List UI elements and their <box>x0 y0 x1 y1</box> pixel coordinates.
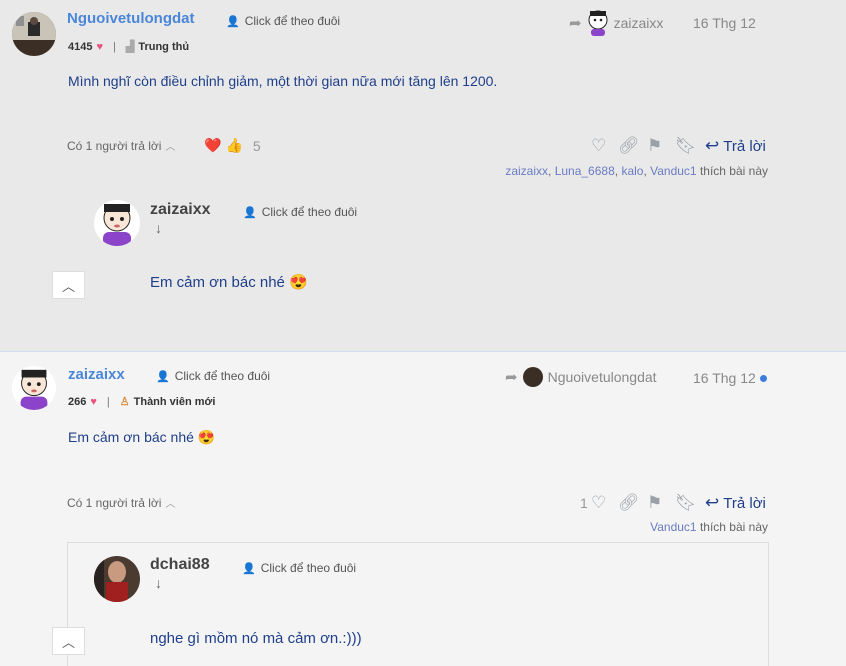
chevron-up-icon: ︿ <box>61 634 75 650</box>
like-heart-icon[interactable]: ♡ <box>591 493 606 513</box>
follow-label: Click để theo đuôi <box>261 205 358 219</box>
nested-follow-button[interactable]: 👤 Click để theo đuôi <box>243 205 357 219</box>
reply-to-name: zaizaixx <box>613 15 664 31</box>
liker-link[interactable]: Vanduc1 <box>650 164 696 178</box>
divider: | <box>113 40 116 53</box>
reply-icon: ↩ <box>705 493 720 512</box>
follow-label: Click để theo đuôi <box>260 561 357 575</box>
share-arrow-icon: ➦ <box>505 369 518 386</box>
arrow-down-icon[interactable]: ↓ <box>155 575 162 591</box>
nested-content: Em cảm ơn bác nhé 😍 <box>150 274 308 291</box>
likes-suffix: thích bài này <box>699 520 768 534</box>
add-user-icon: 👤 <box>243 206 257 219</box>
post-date[interactable]: 16 Thg 12 <box>693 370 767 386</box>
thumbs-up-emoji-icon: 👍 <box>225 137 243 153</box>
chevron-up-icon: ︿ <box>61 278 75 294</box>
link-icon[interactable]: 🔗︎ <box>618 136 640 156</box>
flag-icon[interactable]: ⚑ <box>647 493 662 513</box>
liker-link[interactable]: zaizaixx <box>505 164 548 178</box>
reply-button[interactable]: ↩ Trả lời <box>705 493 766 513</box>
liker-link[interactable]: kalo <box>621 164 643 178</box>
post-content: Mình nghĩ còn điều chỉnh giảm, một thời … <box>68 73 498 89</box>
reply-icon: ↩ <box>705 136 720 155</box>
reaction-count: 5 <box>252 137 261 154</box>
bookmark-icon[interactable]: 🔖︎ <box>675 136 697 156</box>
follow-label: Click để theo đuôi <box>244 14 341 28</box>
flag-icon[interactable]: ⚑ <box>647 136 662 156</box>
heart-icon: ♥ <box>90 395 97 408</box>
reply-to-name: Nguoivetulongdat <box>547 369 657 385</box>
user-meta: 266 ♥ | ♙ Thành viên mới <box>68 395 216 409</box>
points: 4145 <box>68 40 93 53</box>
username[interactable]: Nguoivetulongdat <box>67 10 195 27</box>
nested-username[interactable]: dchai88 <box>150 556 210 574</box>
rank-icon: ♙ <box>119 396 130 408</box>
add-user-icon: 👤 <box>242 562 256 575</box>
add-user-icon: 👤 <box>226 15 240 28</box>
username[interactable]: zaizaixx <box>68 366 125 383</box>
reply-button[interactable]: ↩ Trả lời <box>705 136 766 156</box>
chevron-up-icon: ︿ <box>165 142 176 153</box>
likes-line: zaizaixx, Luna_6688, kalo, Vanduc1 thích… <box>505 164 768 178</box>
replies-label: Có 1 người trả lời <box>67 495 162 510</box>
avatar[interactable] <box>12 12 56 56</box>
heart-emoji-icon: ❤️ <box>204 137 222 153</box>
likes-suffix: thích bài này <box>699 164 768 178</box>
follow-label: Click để theo đuôi <box>174 369 271 383</box>
nested-content: nghe gì mồm nó mà cảm ơn.:))) <box>150 630 362 647</box>
link-icon[interactable]: 🔗︎ <box>618 493 640 513</box>
arrow-down-icon[interactable]: ↓ <box>155 220 162 236</box>
reply-to-avatar <box>588 10 608 36</box>
replies-toggle[interactable]: Có 1 người trả lời ︿ <box>67 138 176 154</box>
follow-button[interactable]: 👤 Click để theo đuôi <box>226 14 340 28</box>
rank: Thành viên mới <box>133 395 216 408</box>
rank-icon: ▟ <box>125 41 135 53</box>
post-date[interactable]: 16 Thg 12 <box>693 15 756 31</box>
avatar[interactable] <box>12 366 56 410</box>
share-arrow-icon: ➦ <box>569 15 582 32</box>
follow-button[interactable]: 👤 Click để theo đuôi <box>156 369 270 383</box>
chevron-up-icon: ︿ <box>165 499 176 510</box>
like-count: 1 <box>580 495 588 511</box>
nested-follow-button[interactable]: 👤 Click để theo đuôi <box>242 561 356 575</box>
add-user-icon: 👤 <box>156 370 170 383</box>
post-1: Nguoivetulongdat 👤 Click để theo đuôi 41… <box>0 0 846 352</box>
reply-label: Trả lời <box>723 494 766 512</box>
heart-icon: ♥ <box>96 40 104 53</box>
nested-avatar[interactable] <box>94 556 140 602</box>
scroll-up-button[interactable]: ︿ <box>52 627 85 655</box>
reply-label: Trả lời <box>723 137 766 155</box>
scroll-up-button[interactable]: ︿ <box>52 271 85 299</box>
post-content: Em cảm ơn bác nhé 😍 <box>68 429 216 445</box>
post-2: zaizaixx 👤 Click để theo đuôi 266 ♥ | ♙ … <box>0 352 846 666</box>
replies-toggle[interactable]: Có 1 người trả lời ︿ <box>67 495 176 511</box>
points: 266 <box>68 395 87 408</box>
like-heart-icon[interactable]: ♡ <box>591 136 606 156</box>
rank: Trung thủ <box>138 40 190 53</box>
divider: | <box>106 395 110 408</box>
unread-dot <box>759 374 767 382</box>
liker-link[interactable]: Vanduc1 <box>650 520 696 534</box>
user-meta: 4145 ♥ | ▟ Trung thủ <box>68 40 190 54</box>
nested-username[interactable]: zaizaixx <box>150 201 210 219</box>
nested-avatar[interactable] <box>94 200 140 246</box>
date-text: 16 Thg 12 <box>693 370 756 386</box>
replies-label: Có 1 người trả lời <box>67 138 162 153</box>
liker-link[interactable]: Luna_6688 <box>555 164 615 178</box>
bookmark-icon[interactable]: 🔖︎ <box>675 493 697 513</box>
likes-line: Vanduc1 thích bài này <box>650 520 768 534</box>
reactions[interactable]: ❤️ 👍 5 <box>204 137 261 154</box>
reply-to-avatar <box>522 367 543 387</box>
reply-to[interactable]: ➦ zaizaixx <box>569 10 663 36</box>
reply-to[interactable]: ➦ Nguoivetulongdat <box>505 367 657 387</box>
